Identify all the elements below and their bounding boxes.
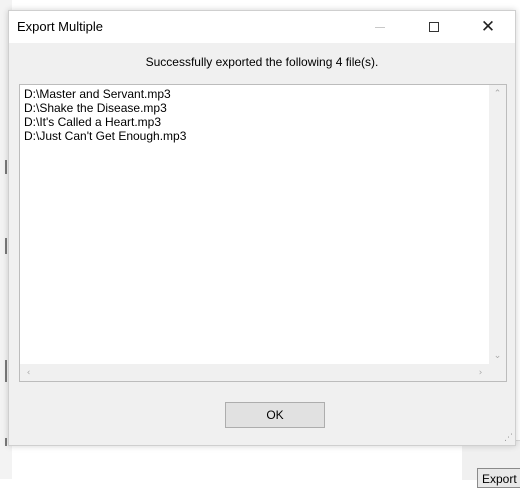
background-mark — [5, 438, 7, 446]
background-mark — [5, 238, 7, 254]
scroll-corner — [489, 364, 506, 381]
ok-button[interactable]: OK — [225, 402, 325, 428]
resize-grip-icon[interactable]: ⋰ — [504, 434, 513, 443]
background-export-tab[interactable]: Export — [477, 468, 520, 488]
scroll-down-icon[interactable]: ⌄ — [489, 347, 506, 364]
export-multiple-dialog: Export Multiple ✕ Successfully exported … — [8, 10, 516, 446]
export-result-message: Successfully exported the following 4 fi… — [145, 55, 379, 69]
close-button[interactable]: ✕ — [465, 11, 511, 43]
maximize-button[interactable] — [411, 11, 457, 43]
scroll-left-icon[interactable]: ‹ — [20, 364, 37, 381]
list-item[interactable]: D:\Shake the Disease.mp3 — [22, 101, 487, 115]
vertical-scrollbar[interactable]: ⌃ ⌄ — [489, 85, 506, 364]
list-item[interactable]: D:\It's Called a Heart.mp3 — [22, 115, 487, 129]
maximize-icon — [429, 22, 439, 32]
title-bar[interactable]: Export Multiple ✕ — [9, 11, 515, 43]
horizontal-scrollbar[interactable]: ‹ › — [20, 364, 489, 381]
minimize-button[interactable] — [357, 11, 403, 43]
scroll-up-icon[interactable]: ⌃ — [489, 85, 506, 102]
background-mark — [5, 360, 7, 382]
minimize-icon — [375, 26, 385, 28]
list-item[interactable]: D:\Just Can't Get Enough.mp3 — [22, 129, 487, 143]
list-item[interactable]: D:\Master and Servant.mp3 — [22, 87, 487, 101]
list-content: D:\Master and Servant.mp3 D:\Shake the D… — [22, 87, 487, 362]
background-mark — [5, 160, 7, 174]
window-title: Export Multiple — [17, 19, 103, 34]
scroll-right-icon[interactable]: › — [472, 364, 489, 381]
exported-files-list[interactable]: D:\Master and Servant.mp3 D:\Shake the D… — [19, 84, 507, 382]
close-icon: ✕ — [480, 16, 496, 37]
